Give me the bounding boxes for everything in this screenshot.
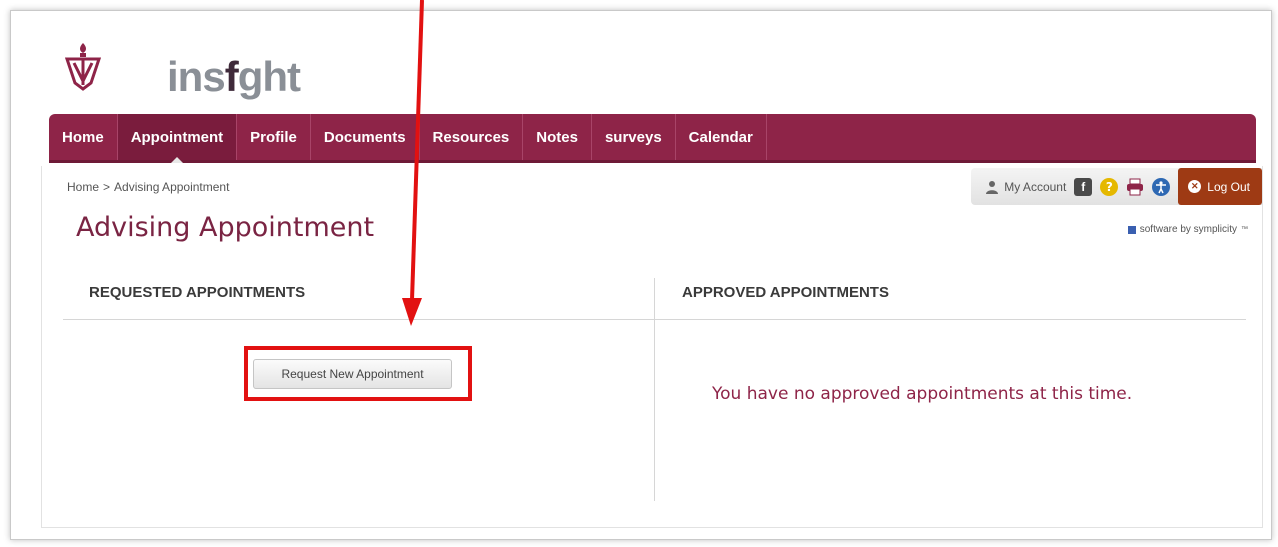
nav-item-resources[interactable]: Resources [420, 114, 524, 160]
column-divider [654, 278, 655, 501]
symplicity-logo-icon [1127, 225, 1136, 234]
trademark-mark: ™ [1241, 226, 1248, 233]
university-crest-icon [65, 43, 101, 91]
app-window: insfght Home Appointment Profile Documen… [10, 10, 1272, 540]
print-icon[interactable] [1126, 178, 1144, 196]
nav-item-profile[interactable]: Profile [237, 114, 311, 160]
breadcrumb-separator: > [103, 180, 111, 194]
facebook-icon[interactable]: f [1074, 177, 1093, 196]
my-account-link[interactable]: My Account [985, 180, 1066, 194]
nav-item-surveys[interactable]: surveys [592, 114, 676, 160]
main-nav: Home Appointment Profile Documents Resou… [49, 114, 1256, 163]
nav-item-home[interactable]: Home [49, 114, 118, 160]
requested-appointments-heading: REQUESTED APPOINTMENTS [89, 284, 306, 301]
nav-item-appointment[interactable]: Appointment [117, 114, 238, 163]
breadcrumb-current: Advising Appointment [114, 180, 230, 194]
vendor-credit: software by symplicity ™ [1127, 224, 1248, 235]
nav-item-calendar[interactable]: Calendar [676, 114, 767, 160]
page-title: Advising Appointment [76, 212, 375, 243]
logout-label: Log Out [1207, 179, 1250, 194]
breadcrumb: Home > Advising Appointment [67, 180, 229, 194]
user-icon [986, 180, 999, 194]
accessibility-icon[interactable] [1152, 177, 1171, 196]
insight-logo: insfght [167, 53, 301, 100]
request-new-appointment-button[interactable]: Request New Appointment [253, 359, 452, 389]
main-content: Home > Advising Appointment My Account f ?… [41, 166, 1263, 528]
close-icon: ✕ [1188, 180, 1202, 193]
no-approved-appointments-message: You have no approved appointments at thi… [712, 384, 1133, 404]
breadcrumb-home-link[interactable]: Home [67, 180, 99, 194]
nav-item-notes[interactable]: Notes [523, 114, 592, 160]
telescope-figure-icon: f [224, 53, 239, 100]
logout-button[interactable]: ✕ Log Out [1178, 168, 1262, 205]
help-icon[interactable]: ? [1100, 177, 1119, 196]
utility-bar: My Account f ? ✕ Log Out [971, 168, 1262, 205]
my-account-label: My Account [1004, 179, 1067, 194]
approved-appointments-heading: APPROVED APPOINTMENTS [682, 284, 889, 301]
nav-item-documents[interactable]: Documents [311, 114, 420, 160]
vendor-credit-label: software by symplicity [1139, 224, 1237, 235]
